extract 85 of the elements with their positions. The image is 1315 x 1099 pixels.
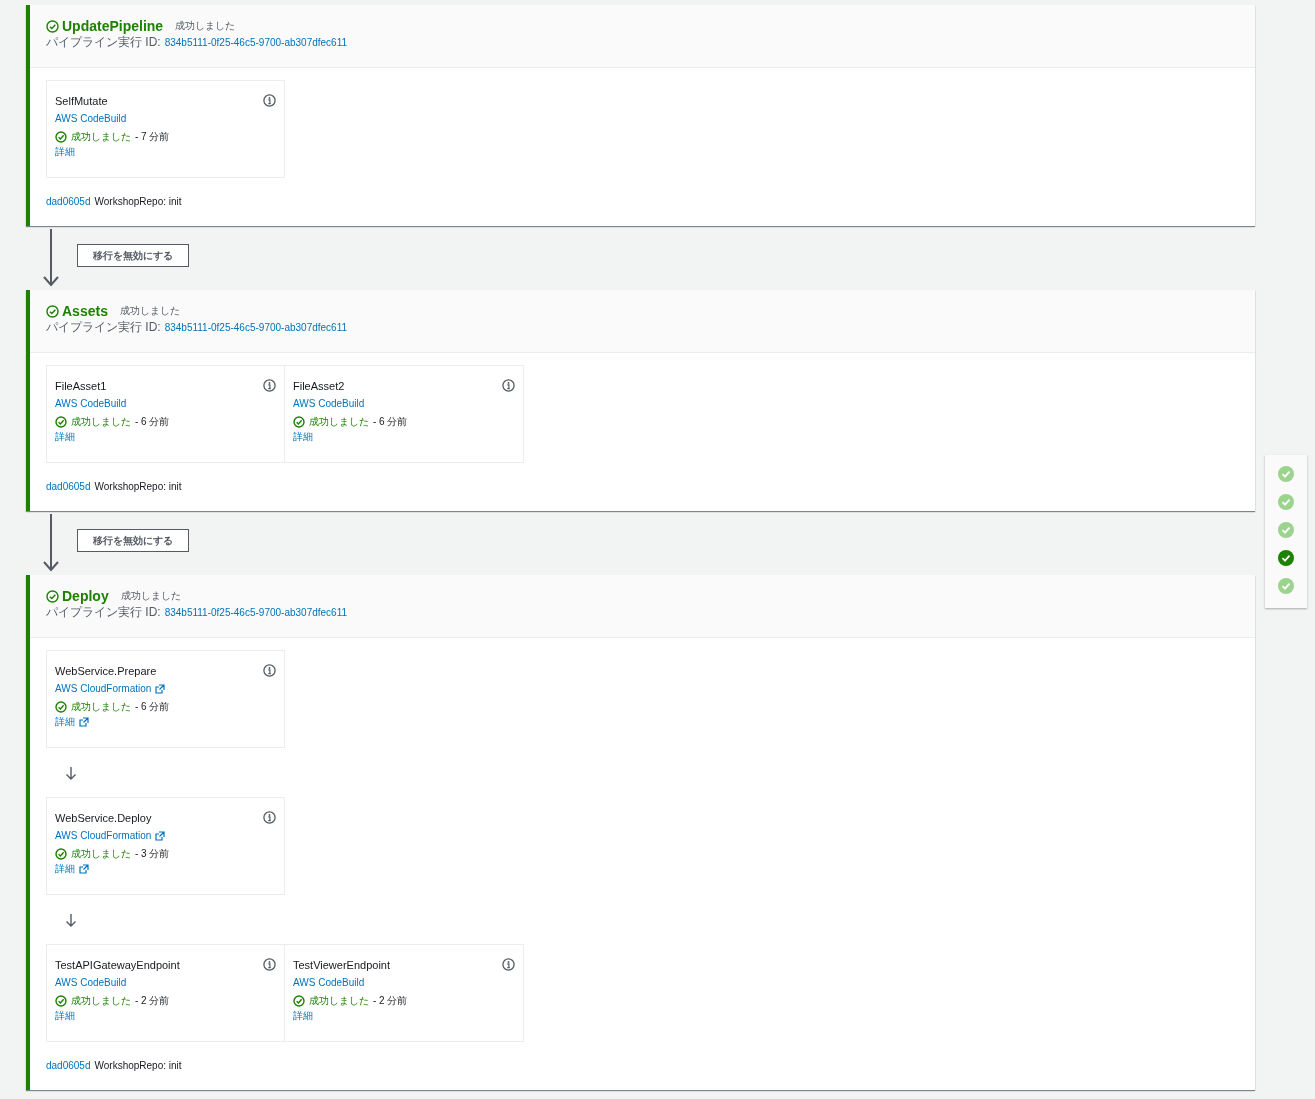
commit-id-link[interactable]: dad0605d (46, 481, 91, 493)
external-link-icon (79, 864, 89, 874)
stage-check-icon[interactable] (1278, 522, 1294, 538)
provider-link[interactable]: AWS CodeBuild (293, 977, 365, 988)
execution-id-label: パイプライン実行 ID: (46, 34, 161, 51)
provider-link[interactable]: AWS CodeBuild (55, 398, 127, 409)
success-check-icon (293, 416, 305, 428)
commit-id-link[interactable]: dad0605d (46, 196, 91, 208)
stage-check-icon[interactable] (1278, 578, 1294, 594)
info-icon (263, 664, 276, 677)
action-time: - 7 分前 (135, 130, 170, 144)
action-time: - 6 分前 (135, 700, 170, 714)
success-check-icon (55, 848, 67, 860)
success-check-icon (55, 131, 67, 143)
stage-status: 成功しました (120, 589, 181, 603)
stage-check-icon[interactable] (1278, 550, 1294, 566)
details-link[interactable]: 詳細 (55, 430, 75, 444)
action-status: 成功しました (71, 994, 131, 1008)
success-check-icon (293, 995, 305, 1007)
action-name: SelfMutate (55, 94, 108, 107)
details-link[interactable]: 詳細 (55, 145, 75, 159)
action-status: 成功しました (71, 847, 131, 861)
stage-status: 成功しました (175, 19, 236, 33)
success-check-icon (46, 589, 59, 603)
action-status: 成功しました (309, 994, 369, 1008)
success-check-icon (46, 19, 59, 33)
action-time: - 6 分前 (135, 415, 170, 429)
details-link[interactable]: 詳細 (55, 1009, 75, 1023)
transition-arrow-icon (41, 229, 61, 287)
execution-id-link[interactable]: 834b5111-0f25-46c5-9700-ab307dfec611 (164, 607, 348, 618)
details-link[interactable]: 詳細 (55, 862, 89, 876)
disable-transition-button[interactable]: 移行を無効にする (77, 528, 189, 552)
info-icon (263, 94, 276, 107)
stage-status: 成功しました (119, 304, 180, 318)
action-name: TestAPIGatewayEndpoint (55, 958, 180, 971)
commit-message: WorkshopRepo: init (94, 1060, 182, 1072)
success-check-icon (55, 416, 67, 428)
provider-link[interactable]: AWS CloudFormation (55, 830, 166, 841)
action-name: TestViewerEndpoint (293, 958, 391, 971)
success-check-icon (55, 995, 67, 1007)
action-time: - 2 分前 (373, 994, 408, 1008)
stage-title: UpdatePipeline (62, 18, 164, 34)
action-name: WebService.Deploy (55, 811, 152, 824)
info-icon (502, 379, 515, 392)
action-name: FileAsset1 (55, 379, 107, 392)
provider-link[interactable]: AWS CodeBuild (293, 398, 365, 409)
action-name: WebService.Prepare (55, 664, 157, 677)
stage-title: Deploy (62, 588, 109, 604)
commit-message: WorkshopRepo: init (94, 196, 182, 208)
action-status: 成功しました (309, 415, 369, 429)
execution-id-label: パイプライン実行 ID: (46, 604, 161, 621)
details-link[interactable]: 詳細 (293, 1009, 313, 1023)
transition-arrow-icon (41, 514, 61, 572)
action-time: - 6 分前 (373, 415, 408, 429)
stage-check-icon[interactable] (1278, 466, 1294, 482)
info-icon (263, 958, 276, 971)
action-time: - 3 分前 (135, 847, 170, 861)
action-status: 成功しました (71, 130, 131, 144)
execution-id-link[interactable]: 834b5111-0f25-46c5-9700-ab307dfec611 (164, 37, 348, 48)
external-link-icon (155, 683, 166, 694)
execution-id-label: パイプライン実行 ID: (46, 319, 161, 336)
provider-link[interactable]: AWS CodeBuild (55, 113, 127, 124)
details-link[interactable]: 詳細 (293, 430, 313, 444)
info-icon (502, 958, 515, 971)
details-link[interactable]: 詳細 (55, 715, 89, 729)
provider-link[interactable]: AWS CloudFormation (55, 683, 166, 694)
stage-check-icon[interactable] (1278, 494, 1294, 510)
info-icon (263, 379, 276, 392)
action-status: 成功しました (71, 700, 131, 714)
info-icon (263, 811, 276, 824)
success-check-icon (55, 701, 67, 713)
action-status: 成功しました (71, 415, 131, 429)
action-time: - 2 分前 (135, 994, 170, 1008)
external-link-icon (79, 717, 89, 727)
execution-id-link[interactable]: 834b5111-0f25-46c5-9700-ab307dfec611 (164, 322, 348, 333)
commit-id-link[interactable]: dad0605d (46, 1060, 91, 1072)
stage-title: Assets (62, 303, 108, 319)
external-link-icon (155, 830, 166, 841)
down-arrow-icon (65, 912, 77, 927)
down-arrow-icon (65, 765, 77, 780)
commit-message: WorkshopRepo: init (94, 481, 182, 493)
disable-transition-button[interactable]: 移行を無効にする (77, 243, 189, 267)
success-check-icon (46, 304, 59, 318)
provider-link[interactable]: AWS CodeBuild (55, 977, 127, 988)
action-name: FileAsset2 (293, 379, 345, 392)
